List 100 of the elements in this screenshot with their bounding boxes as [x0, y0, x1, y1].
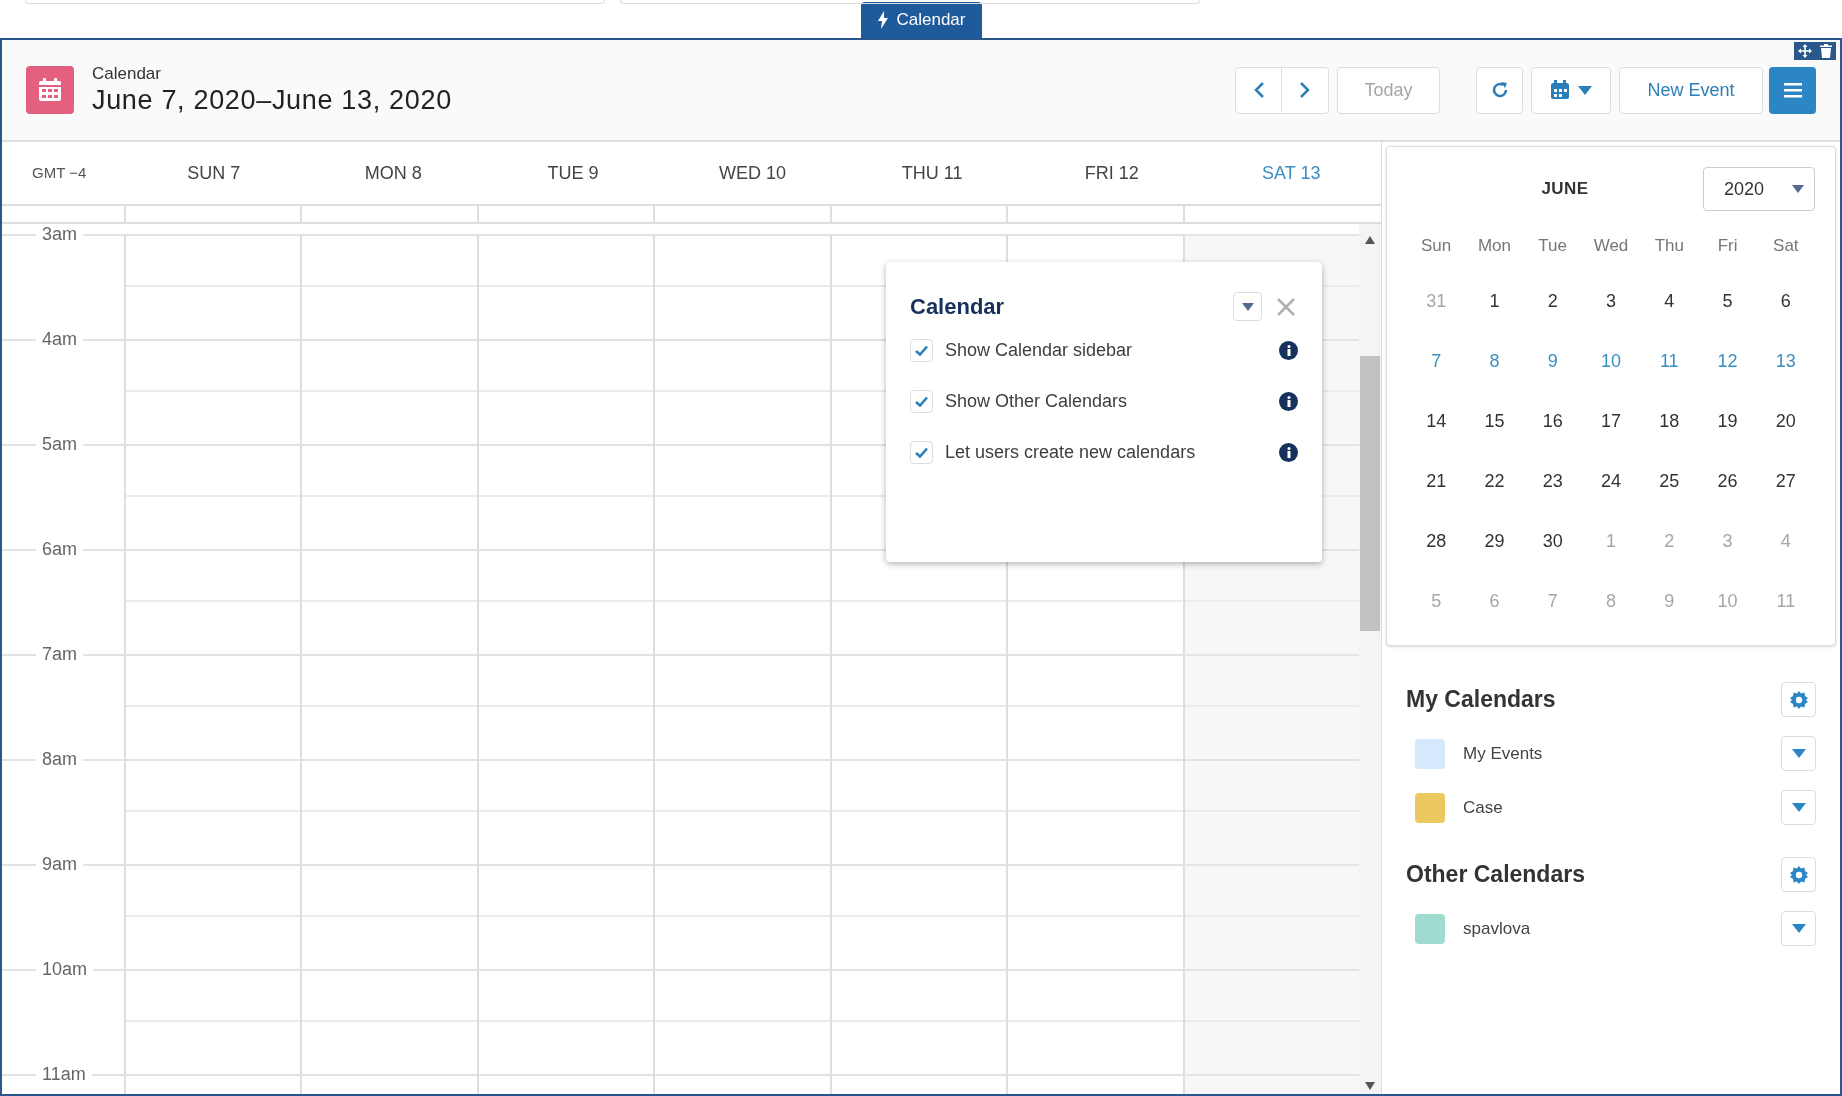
component-tab[interactable]: Calendar: [860, 2, 982, 38]
calendar-day[interactable]: 30: [1542, 527, 1563, 555]
calendar-day[interactable]: 18: [1659, 407, 1680, 435]
calendar-view-dropdown[interactable]: [1531, 66, 1611, 114]
option-label: Let users create new calendars: [945, 441, 1197, 464]
calendar-day[interactable]: 19: [1717, 407, 1738, 435]
calendar-day[interactable]: 7: [1431, 347, 1442, 375]
calendar-day[interactable]: 10: [1600, 347, 1621, 375]
day-header[interactable]: THU 11: [901, 159, 963, 187]
settings-button[interactable]: [1781, 682, 1816, 717]
weekday-label: Tue: [1538, 235, 1568, 258]
calendar-day[interactable]: 14: [1426, 407, 1447, 435]
calendar-day[interactable]: 8: [1489, 347, 1500, 375]
scroll-down-icon[interactable]: [1365, 1082, 1375, 1090]
week-range-title: June 7, 2020–June 13, 2020: [92, 83, 452, 117]
caret-down-icon: [1791, 803, 1806, 812]
calendar-name: Case: [1463, 796, 1504, 819]
menu-button[interactable]: [1769, 66, 1816, 114]
check-icon: [915, 447, 928, 458]
checkbox[interactable]: [910, 441, 933, 464]
day-header[interactable]: TUE 9: [547, 159, 599, 187]
calendar-day[interactable]: 21: [1426, 467, 1447, 495]
check-icon: [915, 345, 928, 356]
color-swatch[interactable]: [1415, 913, 1445, 944]
dropdown-button[interactable]: [1781, 911, 1816, 946]
caret-down-icon: [1791, 749, 1806, 758]
new-event-button[interactable]: New Event: [1619, 66, 1763, 114]
calendar-day[interactable]: 12: [1717, 347, 1738, 375]
weekday-label: Mon: [1477, 235, 1511, 258]
weekday-label: Sun: [1421, 235, 1452, 258]
caret-down-icon: [1241, 302, 1254, 311]
calendar-icon: [1550, 80, 1570, 100]
move-icon[interactable]: [1798, 44, 1812, 58]
settings-icon: [1788, 689, 1809, 710]
calendar-day[interactable]: 25: [1659, 467, 1680, 495]
calendar-day[interactable]: 13: [1775, 347, 1796, 375]
calendar-day[interactable]: 6: [1780, 287, 1791, 315]
settings-button[interactable]: [1781, 857, 1816, 892]
header-subtitle: Calendar: [92, 62, 162, 84]
chevron-right-icon: [1299, 81, 1311, 99]
weekday-label: Wed: [1593, 235, 1629, 258]
calendar-day[interactable]: 28: [1426, 527, 1447, 555]
calendar-day[interactable]: 22: [1484, 467, 1505, 495]
scroll-up-icon[interactable]: [1365, 236, 1375, 244]
calendar-day[interactable]: 26: [1717, 467, 1738, 495]
calendar-name: spavlova: [1463, 917, 1532, 940]
info-icon[interactable]: [1279, 341, 1298, 360]
calendar-day[interactable]: 27: [1775, 467, 1796, 495]
lightning-icon: [876, 11, 889, 29]
settings-icon: [1788, 864, 1809, 885]
weekday-label: Fri: [1717, 235, 1738, 258]
refresh-button[interactable]: [1476, 66, 1523, 114]
day-header[interactable]: WED 10: [719, 159, 787, 187]
calendar-day[interactable]: 1: [1489, 287, 1500, 315]
day-header[interactable]: FRI 12: [1084, 159, 1139, 187]
info-icon[interactable]: [1279, 392, 1298, 411]
calendar-day[interactable]: 4: [1664, 287, 1675, 315]
calendar-name: My Events: [1463, 742, 1544, 765]
weekday-label: Thu: [1654, 235, 1684, 258]
trash-icon[interactable]: [1820, 44, 1832, 58]
option-label: Show Other Calendars: [945, 390, 1129, 413]
calendar-day[interactable]: 5: [1722, 287, 1733, 315]
color-swatch[interactable]: [1415, 738, 1445, 769]
dropdown-button[interactable]: [1781, 790, 1816, 825]
dropdown-button[interactable]: [1233, 292, 1262, 321]
checkbox[interactable]: [910, 339, 933, 362]
caret-down-icon: [1578, 85, 1592, 95]
year-dropdown[interactable]: 2020: [1703, 167, 1815, 211]
section-heading: My Calendars: [1406, 685, 1557, 715]
menu-icon: [1783, 82, 1802, 98]
close-icon: [1276, 296, 1296, 317]
dropdown-button[interactable]: [1781, 736, 1816, 771]
calendar-day[interactable]: 2: [1547, 287, 1558, 315]
checkbox[interactable]: [910, 390, 933, 413]
calendar-day[interactable]: 17: [1600, 407, 1621, 435]
calendar-day[interactable]: 15: [1484, 407, 1505, 435]
info-icon[interactable]: [1279, 443, 1298, 462]
calendar-day[interactable]: 9: [1547, 347, 1558, 375]
calendar-day[interactable]: 23: [1542, 467, 1563, 495]
calendar-app-icon: [26, 66, 74, 114]
timezone-label: GMT −4: [31, 162, 88, 183]
calendar-day[interactable]: 29: [1484, 527, 1505, 555]
popup-title: Calendar: [910, 293, 1006, 321]
day-header[interactable]: SAT 13: [1262, 159, 1321, 187]
day-header[interactable]: SUN 7: [187, 159, 241, 187]
check-icon: [915, 396, 928, 407]
chevron-left-icon: [1252, 81, 1265, 99]
calendar-day[interactable]: 24: [1600, 467, 1621, 495]
option-label: Show Calendar sidebar: [945, 339, 1134, 362]
caret-down-icon: [1791, 924, 1806, 933]
caret-down-icon: [1792, 185, 1804, 193]
scrollbar[interactable]: [1359, 224, 1381, 1094]
calendar-day[interactable]: 3: [1606, 287, 1616, 315]
day-header[interactable]: MON 8: [364, 159, 422, 187]
section-heading: Other Calendars: [1406, 860, 1586, 890]
weekday-label: Sat: [1773, 235, 1799, 258]
calendar-day[interactable]: 16: [1542, 407, 1563, 435]
color-swatch[interactable]: [1415, 792, 1445, 823]
calendar-day[interactable]: 20: [1775, 407, 1796, 435]
calendar-day[interactable]: 11: [1659, 347, 1679, 375]
